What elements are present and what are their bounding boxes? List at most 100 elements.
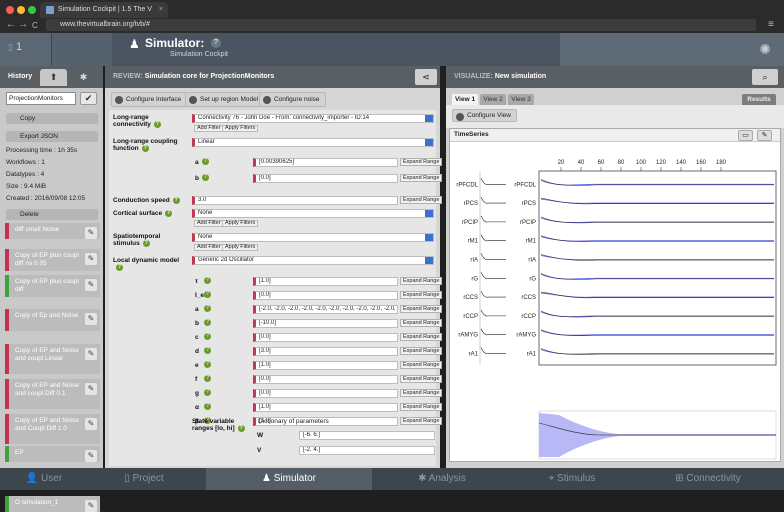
reload-icon[interactable]: C [32,21,38,31]
history-item[interactable]: Copy of EP and Noise and coupl Diff 0.1✎ [5,379,100,409]
history-item[interactable]: Copy of EP and Noise and coupl Linear✎ [5,344,100,374]
edit-pencil-icon[interactable]: ✎ [85,383,97,395]
help-icon[interactable]: ? [165,210,172,217]
delete-button[interactable]: Delete [6,209,98,220]
setup-region-model-button[interactable]: Set up region Model [185,92,264,107]
help-icon[interactable]: ? [204,333,211,340]
pencil-icon[interactable]: ✎ [757,130,772,141]
export-json-button[interactable]: Export JSON [6,131,98,142]
address-bar[interactable]: www.thevirtualbrain.org/tvb/# [46,19,756,31]
tab-close-icon[interactable]: × [159,2,163,18]
add-filter-button[interactable]: Add Filter [194,220,224,227]
help-icon[interactable]: ? [154,121,161,128]
V-range-input[interactable]: [-2. 4.] [299,446,435,455]
param-input[interactable]: [0.0] [253,389,398,398]
expand-range-button[interactable]: Expand Range [400,319,442,327]
nav-analysis[interactable]: ✱ Analysis [372,468,512,490]
history-item[interactable]: EP✎ [5,446,100,462]
help-icon[interactable]: ? [204,361,211,368]
expand-range-button[interactable]: Expand Range [400,333,442,341]
expand-range-button[interactable]: Expand Range [400,291,442,299]
apply-filters-button[interactable]: Apply Filters [222,125,258,132]
edit-pencil-icon[interactable]: ✎ [85,348,97,360]
history-item[interactable]: O simulation_1✎ [5,496,100,512]
nav-simulator[interactable]: ♟ Simulator [206,468,372,490]
help-icon[interactable]: ? [204,277,211,284]
project-number-box[interactable]: ▯ 1 [0,33,52,66]
edit-pencil-icon[interactable]: ✎ [85,450,97,462]
help-icon[interactable]: ? [142,145,149,152]
configure-interface-button[interactable]: Configure Interface [111,92,187,107]
back-icon[interactable]: ← [6,20,16,30]
expand-range-button[interactable]: Expand Range [400,277,442,285]
copy-button[interactable]: Copy [6,113,98,124]
edit-pencil-icon[interactable]: ✎ [85,500,97,512]
close-window-icon[interactable] [6,6,14,14]
history-filter-tab[interactable]: ✱ [70,69,97,86]
settings-gear-icon[interactable]: ✺ [759,41,771,58]
history-item[interactable]: Copy of EP and Noise and Coupl Diff 1.0✎ [5,414,100,444]
history-name-input[interactable]: ProjectionMonitors [6,92,76,105]
history-item[interactable]: Copy of EP plus coupl diff ns 0.05✎ [5,249,100,271]
param-input[interactable]: [0.0] [253,375,398,384]
help-icon[interactable]: ? [204,375,211,382]
ldm-select[interactable]: Generic 2d Oscillator [192,256,434,265]
minimize-window-icon[interactable] [17,6,25,14]
expand-range-button[interactable]: Expand Range [400,375,442,383]
browser-menu-icon[interactable]: ≡ [768,20,774,30]
apply-filters-button[interactable]: Apply Filters [222,220,258,227]
help-icon[interactable]: ? [204,305,211,312]
param-input[interactable]: [1.0] [253,277,398,286]
expand-range-button[interactable]: Expand Range [400,347,442,355]
share-button[interactable]: ⋖ [415,69,437,85]
tab-view-3[interactable]: View 3 [508,94,534,105]
param-input[interactable]: [0.0] [253,291,398,300]
param-input[interactable]: [-10.0] [253,319,398,328]
help-icon[interactable]: ? [204,403,211,410]
help-icon[interactable]: ? [173,197,180,204]
expand-range-button[interactable]: Expand Range [400,305,442,313]
help-icon[interactable]: ? [116,264,123,271]
tab-view-1[interactable]: View 1 [452,94,478,105]
forward-icon[interactable]: → [18,20,28,30]
timeseries-chart[interactable]: 20406080100120140160180rPFCDLrPFCDLrPCSr… [450,143,780,468]
lr-coupling-select[interactable]: Linear [192,138,434,147]
nav-user[interactable]: 👤 User [0,468,88,490]
lr-connectivity-select[interactable]: Connectivity 76 - John Doe - From: conne… [192,114,434,123]
help-icon[interactable]: ? [238,425,245,432]
help-icon[interactable]: ? [204,389,211,396]
edit-pencil-icon[interactable]: ✎ [85,313,97,325]
add-filter-button[interactable]: Add Filter [194,244,224,251]
screen-icon[interactable]: ▭ [738,130,753,141]
add-filter-button[interactable]: Add Filter [194,125,224,132]
edit-pencil-icon[interactable]: ✎ [85,418,97,430]
help-icon[interactable]: ? [204,291,211,298]
tab-view-2[interactable]: View 2 [480,94,506,105]
history-upload-tab[interactable]: ⬆ [40,69,67,86]
conduction-input[interactable]: 3.0 [192,196,398,205]
confirm-name-button[interactable]: ✔ [80,92,97,105]
browser-tab[interactable]: Simulation Cockpit | 1.5 The V × [40,2,168,18]
maximize-window-icon[interactable] [28,6,36,14]
expand-range-button[interactable]: Expand Range [400,361,442,369]
configure-noise-button[interactable]: Configure noise [259,92,326,107]
help-icon[interactable]: ? [204,347,211,354]
results-tab[interactable]: Results [742,94,776,105]
param-input[interactable]: [3.0] [253,347,398,356]
expand-range-button[interactable]: Expand Range [400,389,442,397]
expand-range-button[interactable]: Expand Range [400,403,442,411]
expand-range-button[interactable]: Expand Range [400,196,442,204]
W-range-input[interactable]: [-6. 6.] [299,431,435,440]
history-item[interactable]: Copy of EP plus coupl diff✎ [5,275,100,297]
history-item[interactable]: Copy of Ep and Noise✎ [5,309,100,331]
coupling-a-input[interactable]: [0.00390625] [253,158,398,167]
nav-stimulus[interactable]: ⌖ Stimulus [512,468,632,490]
expand-range-button[interactable]: Expand Range [400,158,442,166]
edit-pencil-icon[interactable]: ✎ [85,279,97,291]
configure-view-button[interactable]: Configure View [452,109,517,122]
coupling-b-input[interactable]: [0.0] [253,174,398,183]
apply-filters-button[interactable]: Apply Filters [222,244,258,251]
expand-range-button[interactable]: Expand Range [400,174,442,182]
nav-connectivity[interactable]: ⊞ Connectivity [632,468,784,490]
help-icon[interactable]: ? [211,38,221,48]
